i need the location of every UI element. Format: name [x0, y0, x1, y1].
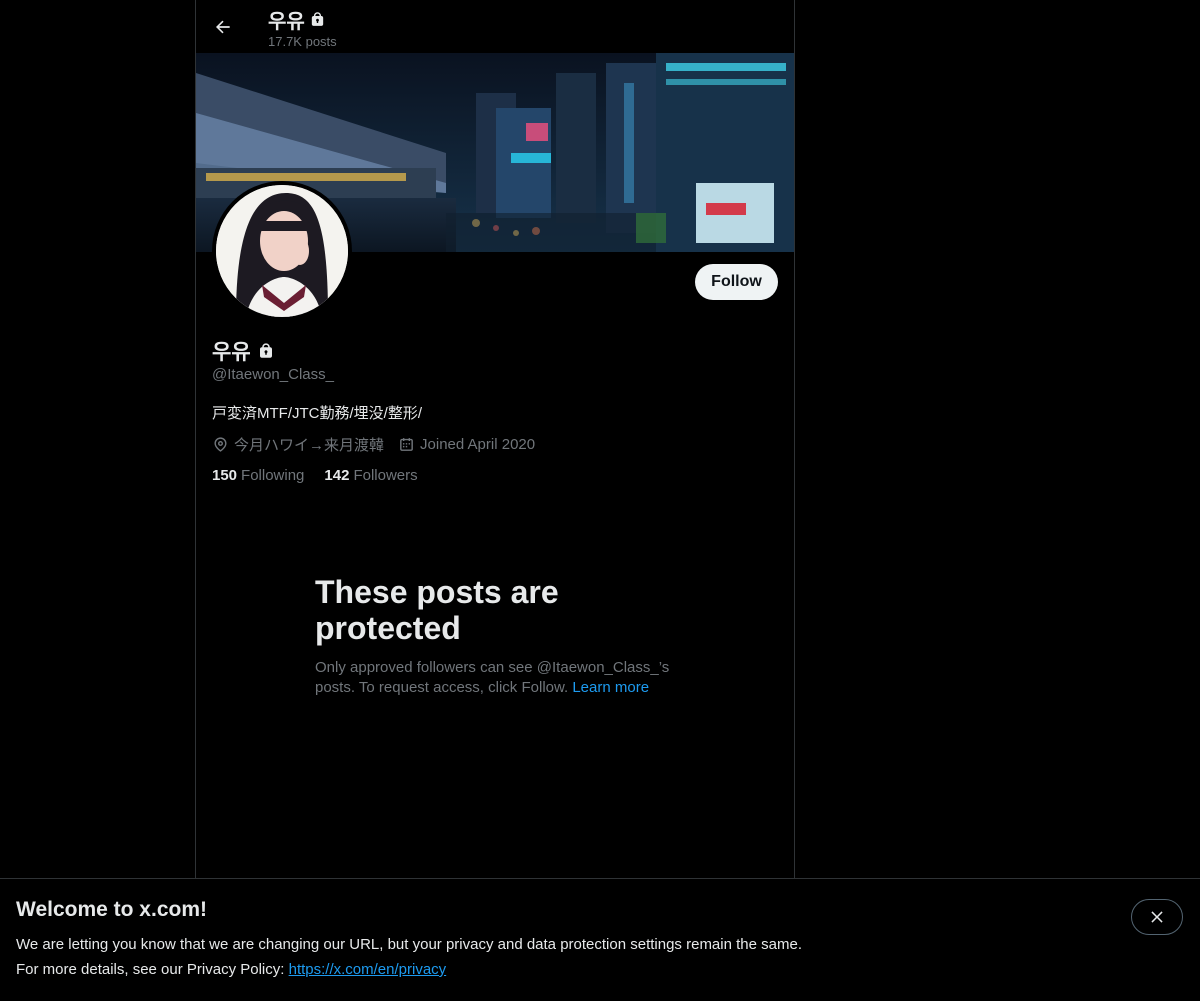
calendar-icon: [400, 438, 413, 451]
profile-handle: @Itaewon_Class_: [212, 366, 334, 383]
lock-icon: [311, 12, 323, 26]
protected-title: These posts are protected: [315, 574, 559, 646]
followers-link[interactable]: 142 Followers: [324, 467, 417, 484]
notice-line2-text: For more details, see our Privacy Policy…: [16, 961, 285, 978]
topbar-name: 우유: [268, 11, 305, 33]
followers-label: Followers: [353, 467, 418, 484]
following-link[interactable]: 150 Following: [212, 467, 304, 484]
follow-button[interactable]: Follow: [695, 264, 778, 300]
protected-body: Only approved followers can see @Itaewon…: [315, 658, 685, 698]
notice-line1: We are letting you know that we are chan…: [16, 936, 802, 953]
close-icon: [1151, 911, 1163, 923]
location-item: 今月ハワイ→来月渡韓: [212, 434, 384, 455]
notice-line2: For more details, see our Privacy Policy…: [16, 961, 446, 978]
following-label: Following: [241, 467, 305, 484]
joined-text: Joined April 2020: [420, 436, 536, 453]
display-name: 우유: [212, 341, 251, 364]
joined-item: Joined April 2020: [398, 436, 535, 453]
back-arrow-icon: [216, 20, 230, 34]
lock-icon: [259, 343, 272, 358]
notice-title: Welcome to x.com!: [16, 898, 207, 921]
privacy-policy-link[interactable]: https://x.com/en/privacy: [289, 961, 447, 978]
posts-count: 17.7K posts: [268, 34, 337, 49]
followers-count: 142: [324, 467, 350, 484]
protected-notice: These posts are protected Only approved …: [315, 574, 685, 698]
following-count: 150: [212, 467, 238, 484]
profile-bio: 戸変済MTF/JTC勤務/埋没/整形/: [212, 405, 422, 422]
topbar-title: 우유: [268, 5, 326, 34]
location-text: 今月ハワイ→来月渡韓: [234, 437, 385, 454]
profile-avatar[interactable]: [212, 181, 352, 321]
follow-stats: 150 Following 142 Followers: [212, 467, 438, 484]
profile-topbar: 우유 17.7K posts: [196, 0, 794, 53]
profile-column: 우유 17.7K posts Follow 우유 @Itaewon_Class_…: [195, 0, 795, 878]
close-notice-button[interactable]: [1131, 899, 1183, 935]
avatar-image: [216, 185, 348, 317]
profile-name-row: 우유: [212, 336, 275, 366]
profile-meta: 今月ハワイ→来月渡韓 Joined April 2020: [212, 434, 549, 455]
location-pin-icon: [214, 437, 227, 452]
back-button[interactable]: [206, 10, 240, 44]
learn-more-link[interactable]: Learn more: [572, 679, 649, 696]
